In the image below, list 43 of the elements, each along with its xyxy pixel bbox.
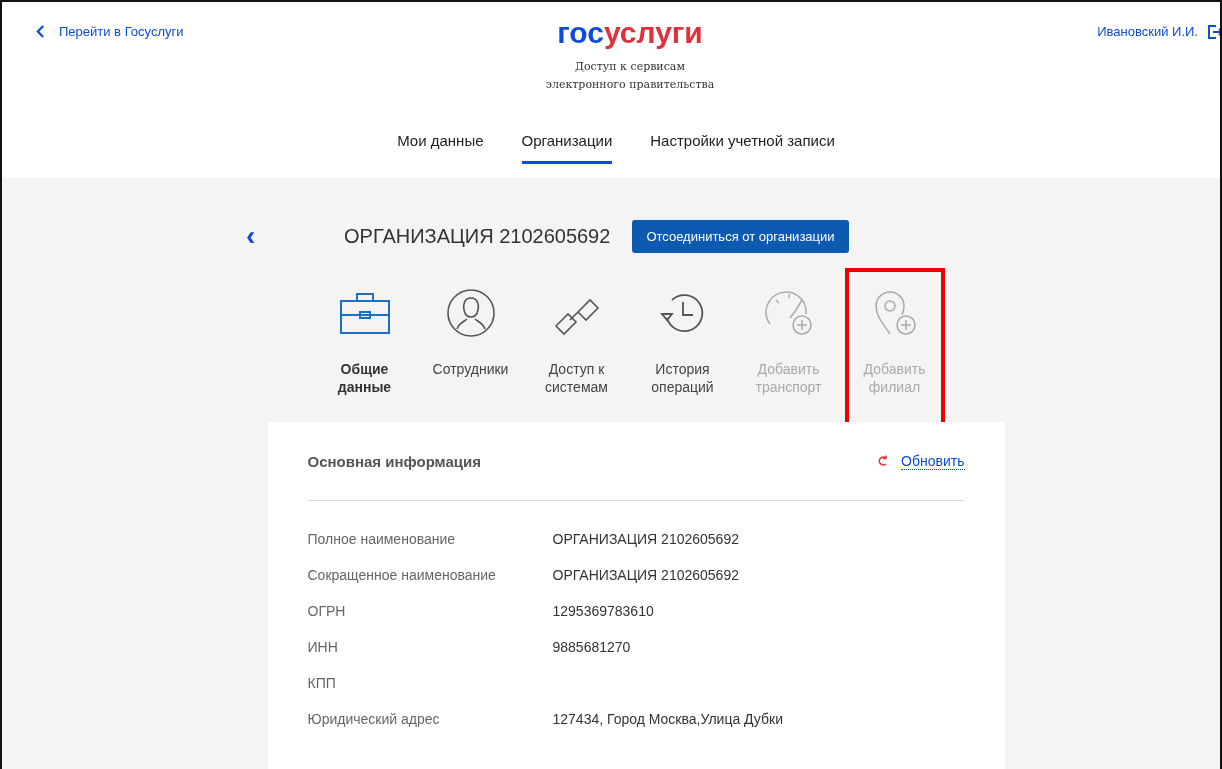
section-label: операций <box>651 378 714 396</box>
field-value: 9885681270 <box>552 639 631 655</box>
back-link[interactable]: Перейти в Госуслуги <box>36 24 336 39</box>
field-label: Юридический адрес <box>307 711 441 727</box>
field-label: КПП <box>307 675 337 691</box>
tab[interactable]: Настройки учетной записи <box>650 132 835 164</box>
section-label: История <box>655 360 710 378</box>
section-tab[interactable]: История операций <box>629 268 736 426</box>
refresh-link[interactable]: Обновить <box>901 452 965 470</box>
field-value: 127434, Город Москва,Улица Дубки <box>552 711 783 727</box>
tab[interactable]: Организации <box>521 132 613 164</box>
gauge-plus-icon <box>763 288 814 338</box>
field-label: Полное наименование <box>307 531 457 547</box>
section-label: филиал <box>868 378 921 396</box>
logout-icon[interactable] <box>1208 24 1220 39</box>
subtitle: электронного правительства <box>545 77 715 93</box>
field-value: 1295369783610 <box>552 603 654 619</box>
section-label: Добавить <box>757 360 820 378</box>
disconnect-button[interactable]: Отсоединиться от организации <box>632 219 849 253</box>
section-label: транспорт <box>755 378 822 396</box>
section-label: данные <box>337 378 392 396</box>
section-label: Сотрудники <box>432 360 509 378</box>
section-tab[interactable]: Общие данные <box>311 268 418 426</box>
tab[interactable]: Мои данные <box>397 132 484 164</box>
section-label: Доступ к <box>548 360 605 378</box>
section-tab[interactable]: Сотрудники <box>417 268 524 426</box>
field-label: ИНН <box>307 639 339 655</box>
section-label: Общие <box>340 360 389 378</box>
chevron-left-icon <box>36 25 45 38</box>
section-label: системам <box>545 378 608 396</box>
field-label: Сокращенное наименование <box>307 567 497 583</box>
subtitle: Доступ к сервисам <box>575 59 685 75</box>
card-title: Основная информация <box>307 452 482 470</box>
user-name-link[interactable]: Ивановский И.И. <box>1097 24 1198 39</box>
organization-title: ОРГАНИЗАЦИЯ 2102605692 <box>344 224 611 248</box>
person-icon <box>445 288 496 338</box>
logo: госуслуги <box>557 16 703 50</box>
field-value: ОРГАНИЗАЦИЯ 2102605692 <box>552 567 739 583</box>
section-label: Добавить <box>863 360 926 378</box>
field-label: ОГРН <box>307 603 347 619</box>
back-button[interactable]: ‹ <box>246 220 344 252</box>
section-tab[interactable]: Доступ к системам <box>523 268 630 426</box>
field-value: ОРГАНИЗАЦИЯ 2102605692 <box>552 531 739 547</box>
